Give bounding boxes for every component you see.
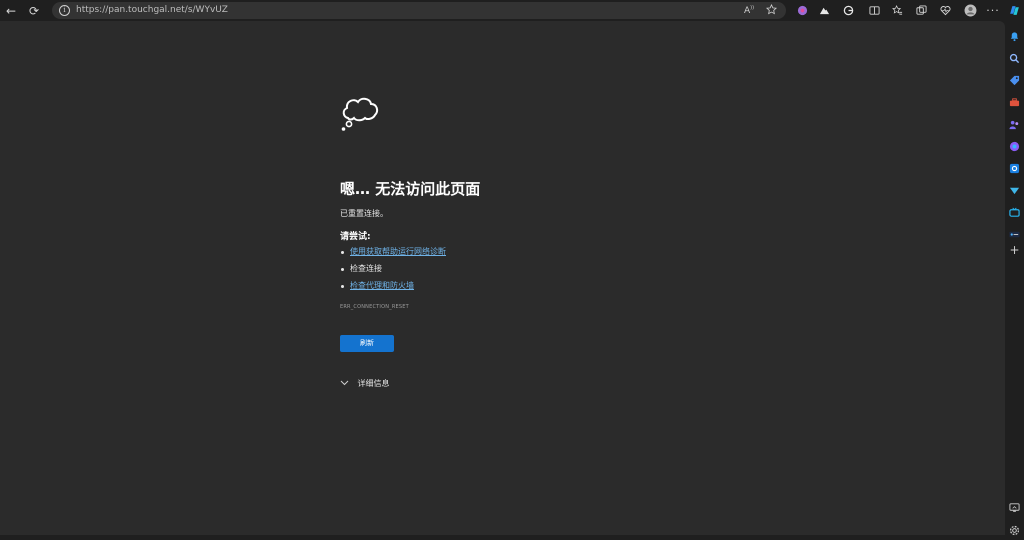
- thinking-cloud-icon: [341, 97, 379, 131]
- browser-toolbar: ← ⟳ i https://pan.touchgal.net/s/WYvUZ A…: [0, 0, 1024, 21]
- favorites-icon[interactable]: [887, 1, 907, 20]
- shopping-tag-icon[interactable]: [1009, 71, 1020, 86]
- details-label: 详细信息: [357, 379, 390, 388]
- try-heading: 请尝试:: [340, 232, 371, 242]
- extension-copilot-icon[interactable]: [792, 1, 812, 20]
- extension-g-icon[interactable]: [838, 1, 858, 20]
- back-arrow-icon: ←: [5, 3, 17, 18]
- copilot-icon[interactable]: [1004, 1, 1024, 20]
- suggestion-list: 使用获取帮助运行网络诊断 检查连接 检查代理和防火墙: [340, 245, 446, 296]
- chevron-down-icon: [340, 378, 350, 390]
- favorite-star-icon[interactable]: [765, 3, 778, 18]
- app-icon[interactable]: [1009, 225, 1020, 238]
- page-title: 嗯… 无法访问此页面: [340, 180, 481, 198]
- proxy-firewall-link[interactable]: 检查代理和防火墙: [350, 281, 414, 290]
- tools-briefcase-icon[interactable]: [1009, 93, 1020, 107]
- games-icon[interactable]: [1009, 181, 1020, 195]
- url-text[interactable]: https://pan.touchgal.net/s/WYvUZ: [76, 4, 228, 17]
- address-bar[interactable]: i https://pan.touchgal.net/s/WYvUZ A)): [52, 2, 786, 19]
- copilot-sidebar-icon[interactable]: [1009, 137, 1020, 152]
- collections-icon[interactable]: [911, 1, 931, 20]
- details-toggle[interactable]: 详细信息: [340, 378, 390, 390]
- edge-sidebar: +: [1005, 21, 1024, 540]
- check-connection-text: 检查连接: [350, 264, 382, 273]
- network-diagnostics-link[interactable]: 使用获取帮助运行网络诊断: [350, 247, 446, 256]
- add-sidebar-app-icon[interactable]: +: [1009, 244, 1020, 256]
- performance-icon[interactable]: [935, 1, 955, 20]
- browser-window: ← ⟳ i https://pan.touchgal.net/s/WYvUZ A…: [0, 0, 1024, 540]
- search-icon[interactable]: [1009, 49, 1020, 64]
- page-content: 嗯… 无法访问此页面 已重置连接。 请尝试: 使用获取帮助运行网络诊断 检查连接…: [0, 21, 1005, 535]
- list-item: 使用获取帮助运行网络诊断: [340, 245, 446, 262]
- people-icon[interactable]: [1009, 115, 1020, 130]
- refresh-icon: ⟳: [28, 3, 40, 18]
- settings-and-more-icon[interactable]: ···: [983, 1, 1003, 20]
- profile-avatar[interactable]: [960, 1, 980, 20]
- error-code: ERR_CONNECTION_RESET: [340, 304, 409, 310]
- site-info-icon[interactable]: i: [59, 5, 70, 16]
- list-item: 检查代理和防火墙: [340, 279, 446, 296]
- back-button[interactable]: ←: [1, 1, 21, 20]
- outlook-icon[interactable]: [1009, 159, 1020, 174]
- split-screen-icon[interactable]: [864, 1, 884, 20]
- sidebar-settings-icon[interactable]: [1009, 521, 1020, 536]
- error-description: 已重置连接。: [340, 209, 388, 218]
- notification-bell-icon[interactable]: [1009, 27, 1020, 42]
- read-aloud-button[interactable]: A)): [744, 5, 754, 16]
- refresh-button[interactable]: 刷新: [340, 335, 394, 352]
- list-item: 检查连接: [340, 262, 446, 279]
- sidebar-screen-icon[interactable]: [1009, 498, 1020, 512]
- extension-mountain-icon[interactable]: [814, 1, 834, 20]
- tv-icon[interactable]: [1009, 203, 1020, 217]
- refresh-page-button[interactable]: ⟳: [24, 1, 44, 20]
